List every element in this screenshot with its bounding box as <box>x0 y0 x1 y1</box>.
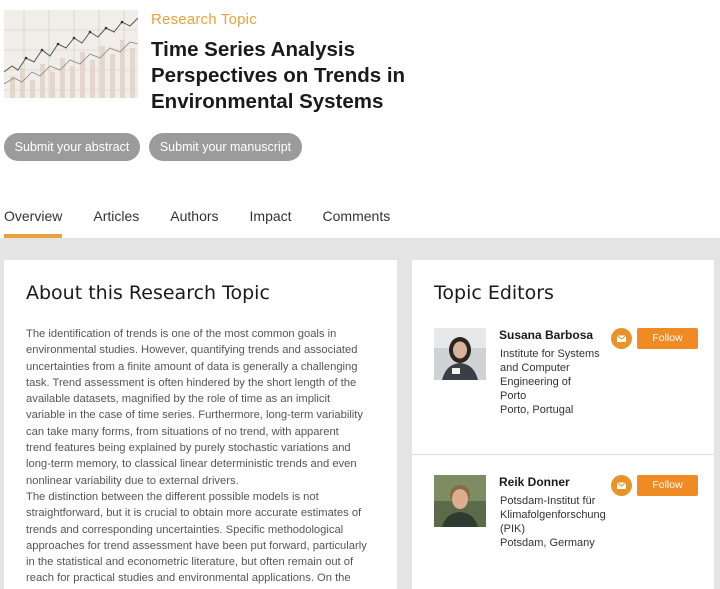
editors-heading: Topic Editors <box>434 282 554 304</box>
trend-chart-image <box>4 10 138 98</box>
avatar[interactable] <box>434 328 486 380</box>
affiliation-line: Klimafolgenforschung <box>500 509 606 521</box>
message-button[interactable] <box>611 475 632 496</box>
envelope-icon <box>616 335 627 342</box>
follow-button[interactable]: Follow <box>637 475 698 496</box>
about-line: straightforward, but it is crucial to ob… <box>26 507 362 520</box>
about-line: nonlinear variability due to external dr… <box>26 474 239 487</box>
topic-header: Research Topic Time Series Analysis Pers… <box>0 0 720 238</box>
tab-articles[interactable]: Articles <box>93 207 139 238</box>
affiliation-line: Engineering of <box>500 376 571 388</box>
title-line: Environmental Systems <box>151 90 384 113</box>
submit-manuscript-button[interactable]: Submit your manuscript <box>149 133 302 161</box>
about-line: The identification of trends is one of t… <box>26 328 337 340</box>
title-line: Perspectives on Trends in <box>151 64 406 87</box>
editor-name[interactable]: Reik Donner <box>499 475 570 489</box>
tab-impact[interactable]: Impact <box>250 207 292 238</box>
editor-name[interactable]: Susana Barbosa <box>499 328 593 342</box>
about-card: About this Research Topic The identifica… <box>4 260 397 589</box>
message-button[interactable] <box>611 328 632 349</box>
affiliation-line: Potsdam-Institut für <box>500 495 596 507</box>
about-line: in the statistical and econometric liter… <box>26 556 354 569</box>
about-line: environmental studies. However, quantify… <box>26 344 358 357</box>
editor-divider <box>412 454 714 455</box>
about-line: variable in the case of time series. Fur… <box>26 409 363 422</box>
about-line: The distinction between the different po… <box>26 490 319 503</box>
topic-thumbnail <box>4 10 138 98</box>
about-line: reach for practical studies and environm… <box>26 572 351 585</box>
about-heading: About this Research Topic <box>26 282 270 304</box>
avatar[interactable] <box>434 475 486 527</box>
affiliation-line: Institute for Systems <box>500 348 600 360</box>
follow-button[interactable]: Follow <box>637 328 698 349</box>
editor-affiliation: Potsdam-Institut für Klimafolgenforschun… <box>500 494 620 550</box>
about-line: task. Trend assessment is often hindered… <box>26 376 357 389</box>
about-line: approaches for trend assessment have bee… <box>26 539 367 552</box>
editor-photo <box>434 475 486 527</box>
affiliation-line: and Computer <box>500 362 570 374</box>
about-text: The identification of trends is one of t… <box>26 326 381 587</box>
tab-comments[interactable]: Comments <box>323 207 391 238</box>
tab-authors[interactable]: Authors <box>170 207 218 238</box>
about-line: can take many forms, from situations of … <box>26 425 339 438</box>
affiliation-line: Porto, Portugal <box>500 404 574 416</box>
about-line: long-term memory, to classical linear de… <box>26 458 357 471</box>
topic-eyebrow: Research Topic <box>151 11 257 28</box>
affiliation-line: Porto <box>500 390 527 402</box>
about-line: available datasets, magnified by the rol… <box>26 393 331 406</box>
topic-editors-card: Topic Editors Susana Barbosa Institute f… <box>412 260 714 589</box>
tab-overview[interactable]: Overview <box>4 207 63 238</box>
topic-tabs: Overview Articles Authors Impact Comment… <box>4 207 421 238</box>
about-line: trends and corresponding uncertainties. … <box>26 523 344 536</box>
editor-photo <box>434 328 486 380</box>
affiliation-line: Potsdam, Germany <box>500 537 595 549</box>
envelope-icon <box>616 482 627 489</box>
about-line: uncertainties from a finite amount of da… <box>26 360 358 373</box>
editor-affiliation: Institute for Systems and Computer Engin… <box>500 347 620 417</box>
title-line: Time Series Analysis <box>151 38 355 61</box>
about-line: trend features being explained by purely… <box>26 442 351 455</box>
page-title: Time Series Analysis Perspectives on Tre… <box>151 37 451 115</box>
submit-abstract-button[interactable]: Submit your abstract <box>4 133 140 161</box>
affiliation-line: (PIK) <box>500 523 526 535</box>
